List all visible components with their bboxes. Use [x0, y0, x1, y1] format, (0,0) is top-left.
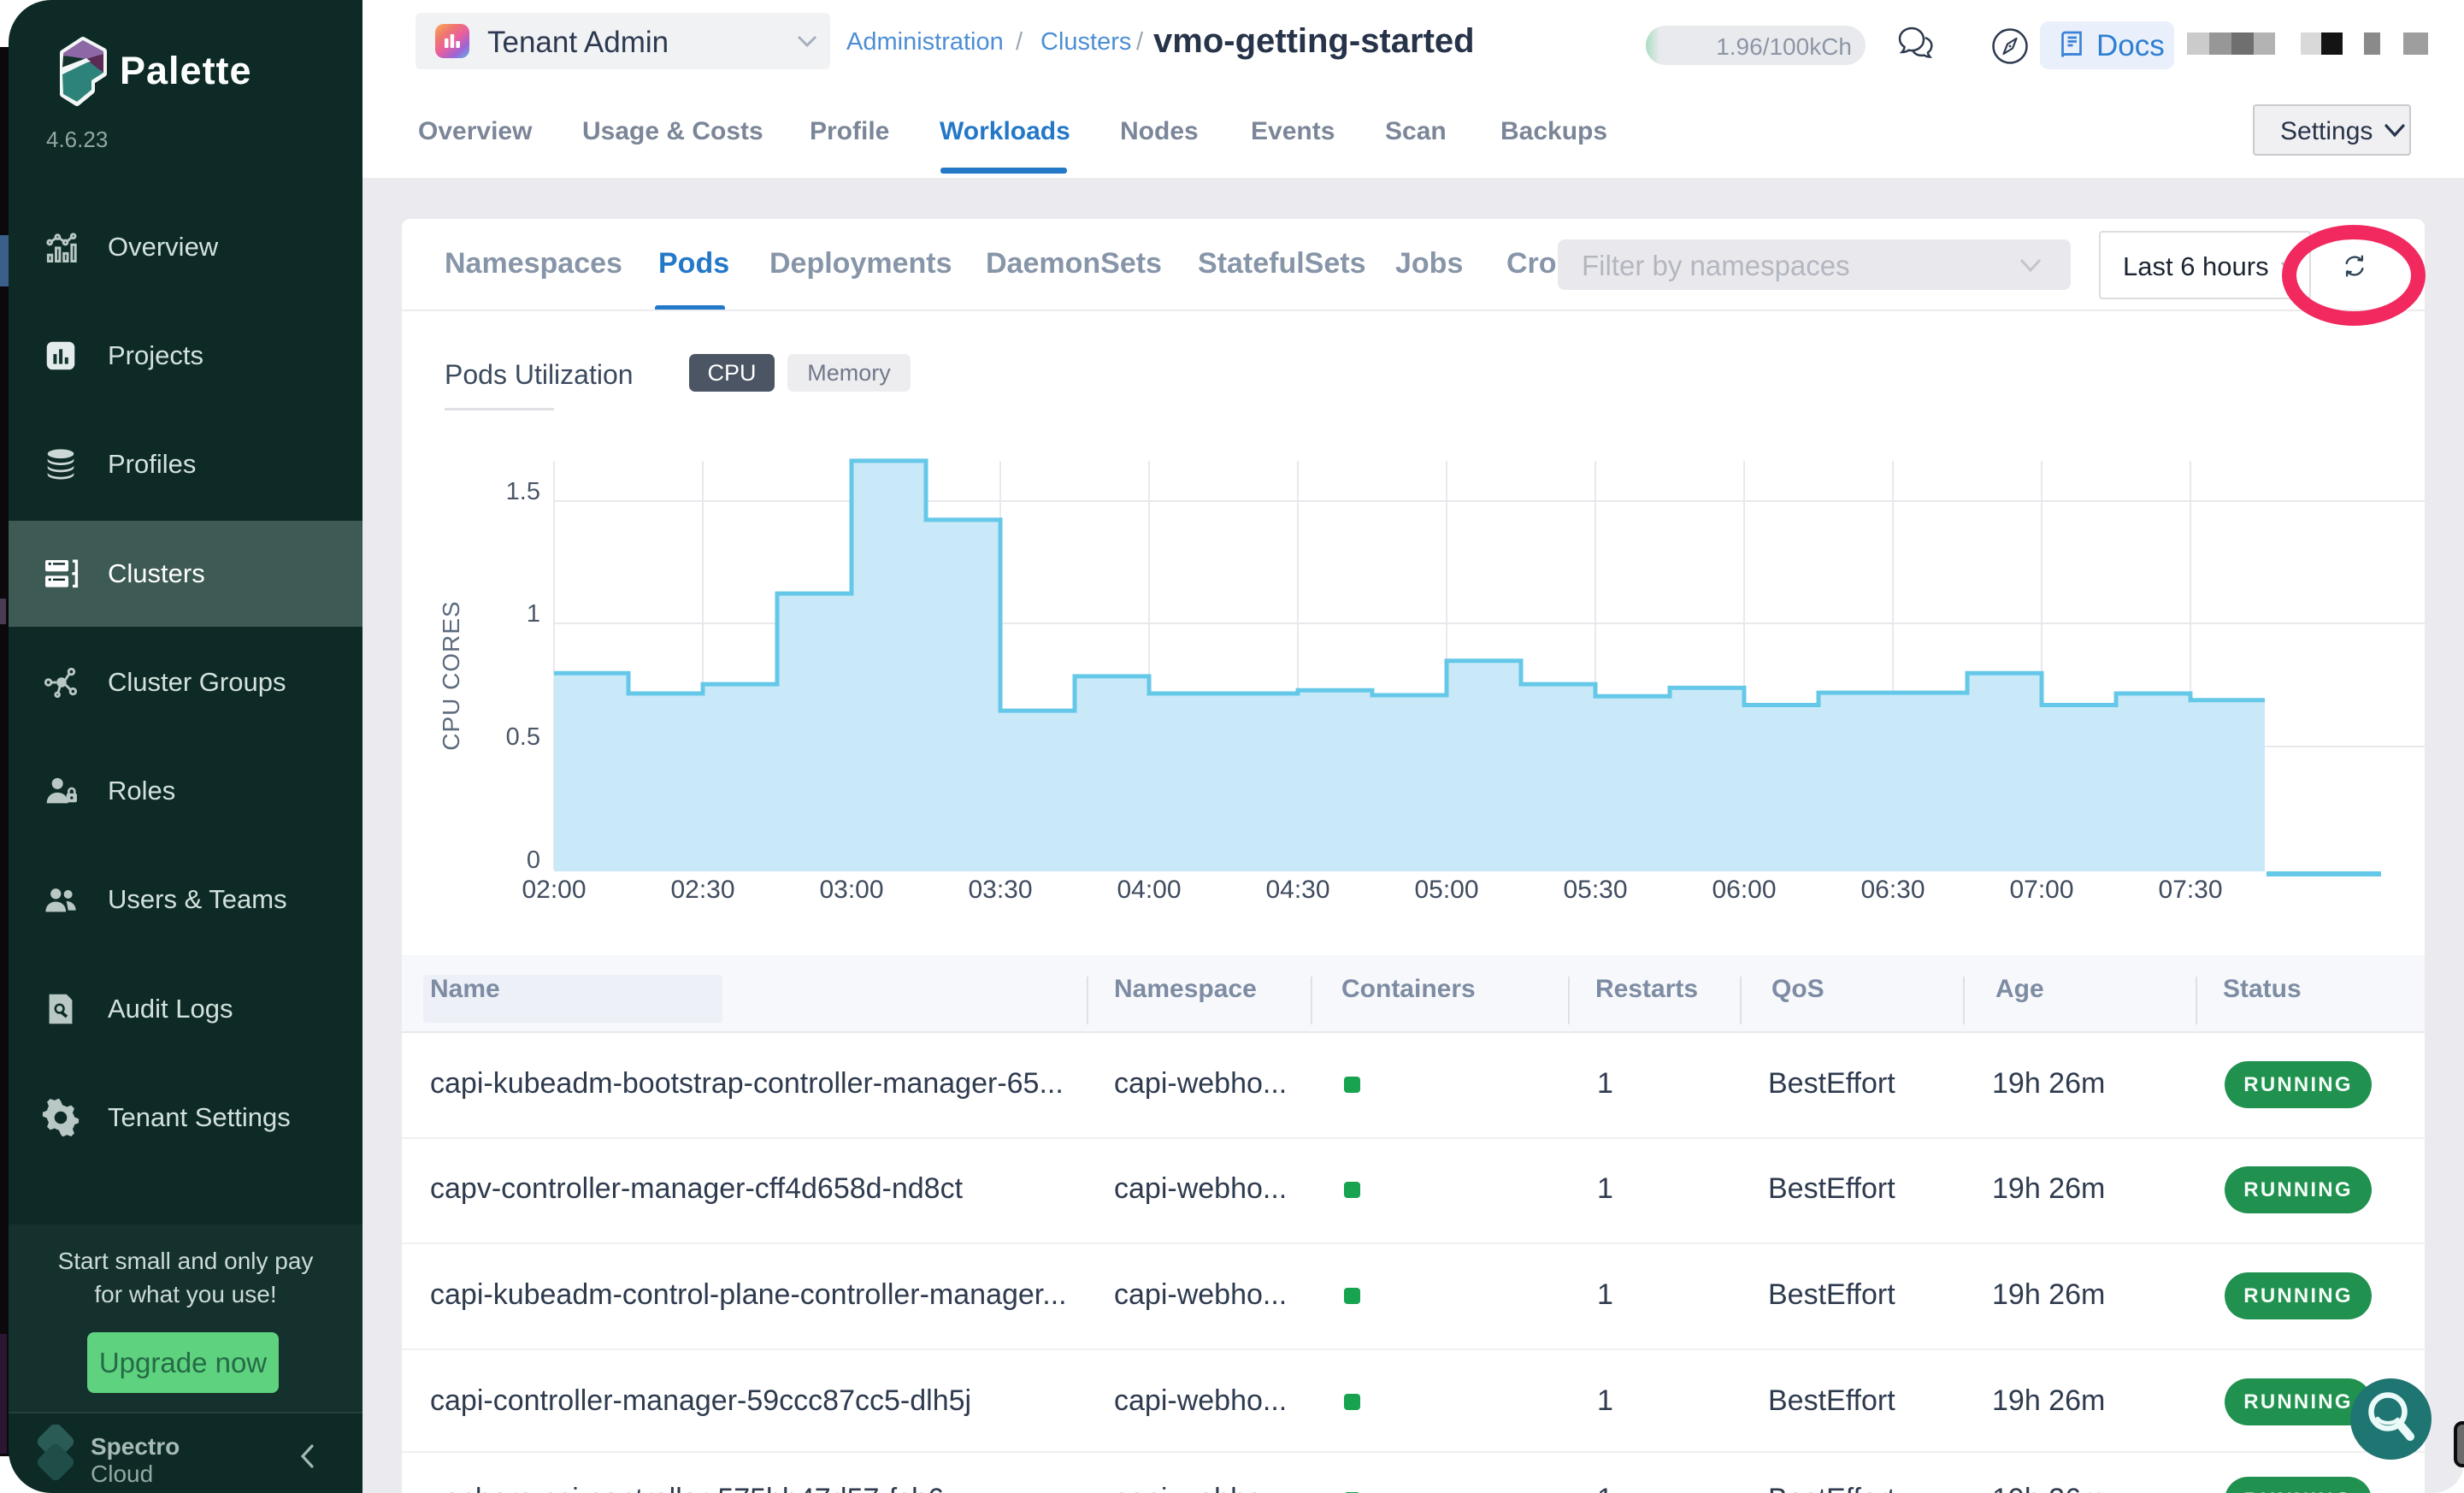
- svg-text:06:30: 06:30: [1860, 876, 1925, 904]
- svg-text:03:30: 03:30: [968, 876, 1032, 904]
- svg-text:04:00: 04:00: [1117, 876, 1181, 904]
- svg-text:03:00: 03:00: [819, 876, 883, 904]
- svg-text:05:00: 05:00: [1414, 876, 1478, 904]
- svg-text:02:30: 02:30: [670, 876, 734, 904]
- svg-text:1.5: 1.5: [506, 478, 540, 505]
- svg-text:04:30: 04:30: [1265, 876, 1329, 904]
- svg-text:0.5: 0.5: [506, 723, 540, 751]
- svg-text:1: 1: [527, 600, 540, 628]
- svg-text:06:00: 06:00: [1712, 876, 1776, 904]
- svg-text:0: 0: [527, 847, 540, 874]
- svg-text:07:30: 07:30: [2158, 876, 2222, 904]
- svg-text:07:00: 07:00: [2009, 876, 2073, 904]
- svg-text:02:00: 02:00: [522, 876, 586, 904]
- svg-text:CPU CORES: CPU CORES: [438, 600, 464, 750]
- svg-text:05:30: 05:30: [1563, 876, 1627, 904]
